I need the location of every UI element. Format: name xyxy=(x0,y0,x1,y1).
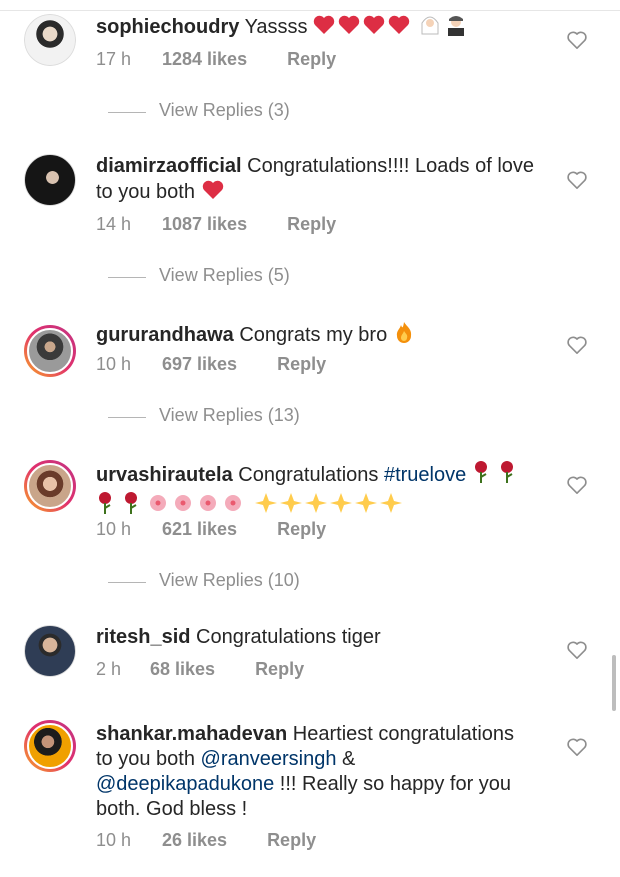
comment-time: 10 h xyxy=(96,519,132,539)
comment-body: Congrats my bro xyxy=(239,324,388,346)
comment-time: 14 h xyxy=(96,214,132,234)
comment-text: diamirzaofficial Congratulations!!!! Loa… xyxy=(96,154,536,208)
avatar[interactable] xyxy=(24,14,76,66)
reply-button[interactable]: Reply xyxy=(277,519,326,540)
reply-button[interactable]: Reply xyxy=(287,214,336,235)
comment-meta: 17 h 1284 likes Reply xyxy=(96,49,336,70)
hashtag-link[interactable]: #truelove xyxy=(384,464,466,486)
username[interactable]: gururandhawa xyxy=(96,324,234,346)
top-divider xyxy=(0,10,620,11)
username[interactable]: shankar.mahadevan xyxy=(96,723,287,745)
comment-meta: 14 h 1087 likes Reply xyxy=(96,214,336,235)
reply-button[interactable]: Reply xyxy=(255,659,304,680)
like-heart-outline-icon[interactable] xyxy=(566,475,588,495)
mention-link[interactable]: @ranveersingh xyxy=(201,748,337,770)
divider-line xyxy=(108,277,146,278)
like-heart-outline-icon[interactable] xyxy=(566,640,588,660)
comment-time: 10 h xyxy=(96,830,132,850)
avatar[interactable] xyxy=(24,720,76,772)
comment-meta: 10 h 26 likes Reply xyxy=(96,830,316,851)
comment-body: Congratulations tiger xyxy=(196,626,381,648)
likes-count[interactable]: 621 likes xyxy=(162,519,237,540)
view-replies-label: View Replies (13) xyxy=(159,405,300,425)
comment-text: ritesh_sid Congratulations tiger xyxy=(96,625,536,650)
comment-text: shankar.mahadevan Heartiest congratulati… xyxy=(96,722,536,822)
divider-line xyxy=(108,417,146,418)
avatar[interactable] xyxy=(24,460,76,512)
reply-button[interactable]: Reply xyxy=(287,49,336,70)
comment-text: urvashirautela Congratulations #truelove xyxy=(96,460,536,522)
comment-meta: 10 h 621 likes Reply xyxy=(96,519,326,540)
comment-body: & xyxy=(342,748,356,770)
like-heart-outline-icon[interactable] xyxy=(566,170,588,190)
heart-emoji-icon xyxy=(201,179,225,208)
scrollbar[interactable] xyxy=(612,655,616,711)
avatar[interactable] xyxy=(24,154,76,206)
username[interactable]: sophiechoudry xyxy=(96,16,239,38)
comment-text: gururandhawa Congrats my bro xyxy=(96,320,536,351)
divider-line xyxy=(108,112,146,113)
like-heart-outline-icon[interactable] xyxy=(566,335,588,355)
comment-meta: 2 h 68 likes Reply xyxy=(96,659,304,680)
mention-link[interactable]: @deepikapadukone xyxy=(96,773,274,795)
username[interactable]: urvashirautela xyxy=(96,464,233,486)
comment-body: Yassss xyxy=(244,16,308,38)
likes-count[interactable]: 697 likes xyxy=(162,354,237,375)
comment-meta: 10 h 697 likes Reply xyxy=(96,354,326,375)
username[interactable]: ritesh_sid xyxy=(96,626,190,648)
comment-time: 17 h xyxy=(96,49,132,69)
reply-button[interactable]: Reply xyxy=(277,354,326,375)
like-heart-outline-icon[interactable] xyxy=(566,30,588,50)
emoji-row xyxy=(96,491,416,522)
avatar[interactable] xyxy=(24,625,76,677)
comment-text: sophiechoudry Yassss xyxy=(96,14,536,43)
view-replies-label: View Replies (3) xyxy=(159,100,290,120)
view-replies-label: View Replies (5) xyxy=(159,265,290,285)
username[interactable]: diamirzaofficial xyxy=(96,155,242,177)
avatar[interactable] xyxy=(24,325,76,377)
divider-line xyxy=(108,582,146,583)
likes-count[interactable]: 1284 likes xyxy=(162,49,247,70)
likes-count[interactable]: 1087 likes xyxy=(162,214,247,235)
likes-count[interactable]: 68 likes xyxy=(150,659,215,680)
emoji-row xyxy=(313,14,503,43)
fire-emoji-icon xyxy=(393,320,415,351)
likes-count[interactable]: 26 likes xyxy=(162,830,227,851)
like-heart-outline-icon[interactable] xyxy=(566,737,588,757)
comment-time: 2 h xyxy=(96,659,122,679)
rose-emoji-icon xyxy=(472,460,526,491)
comment-body: Congratulations xyxy=(238,464,379,486)
reply-button[interactable]: Reply xyxy=(267,830,316,851)
view-replies-label: View Replies (10) xyxy=(159,570,300,590)
comment-time: 10 h xyxy=(96,354,132,374)
